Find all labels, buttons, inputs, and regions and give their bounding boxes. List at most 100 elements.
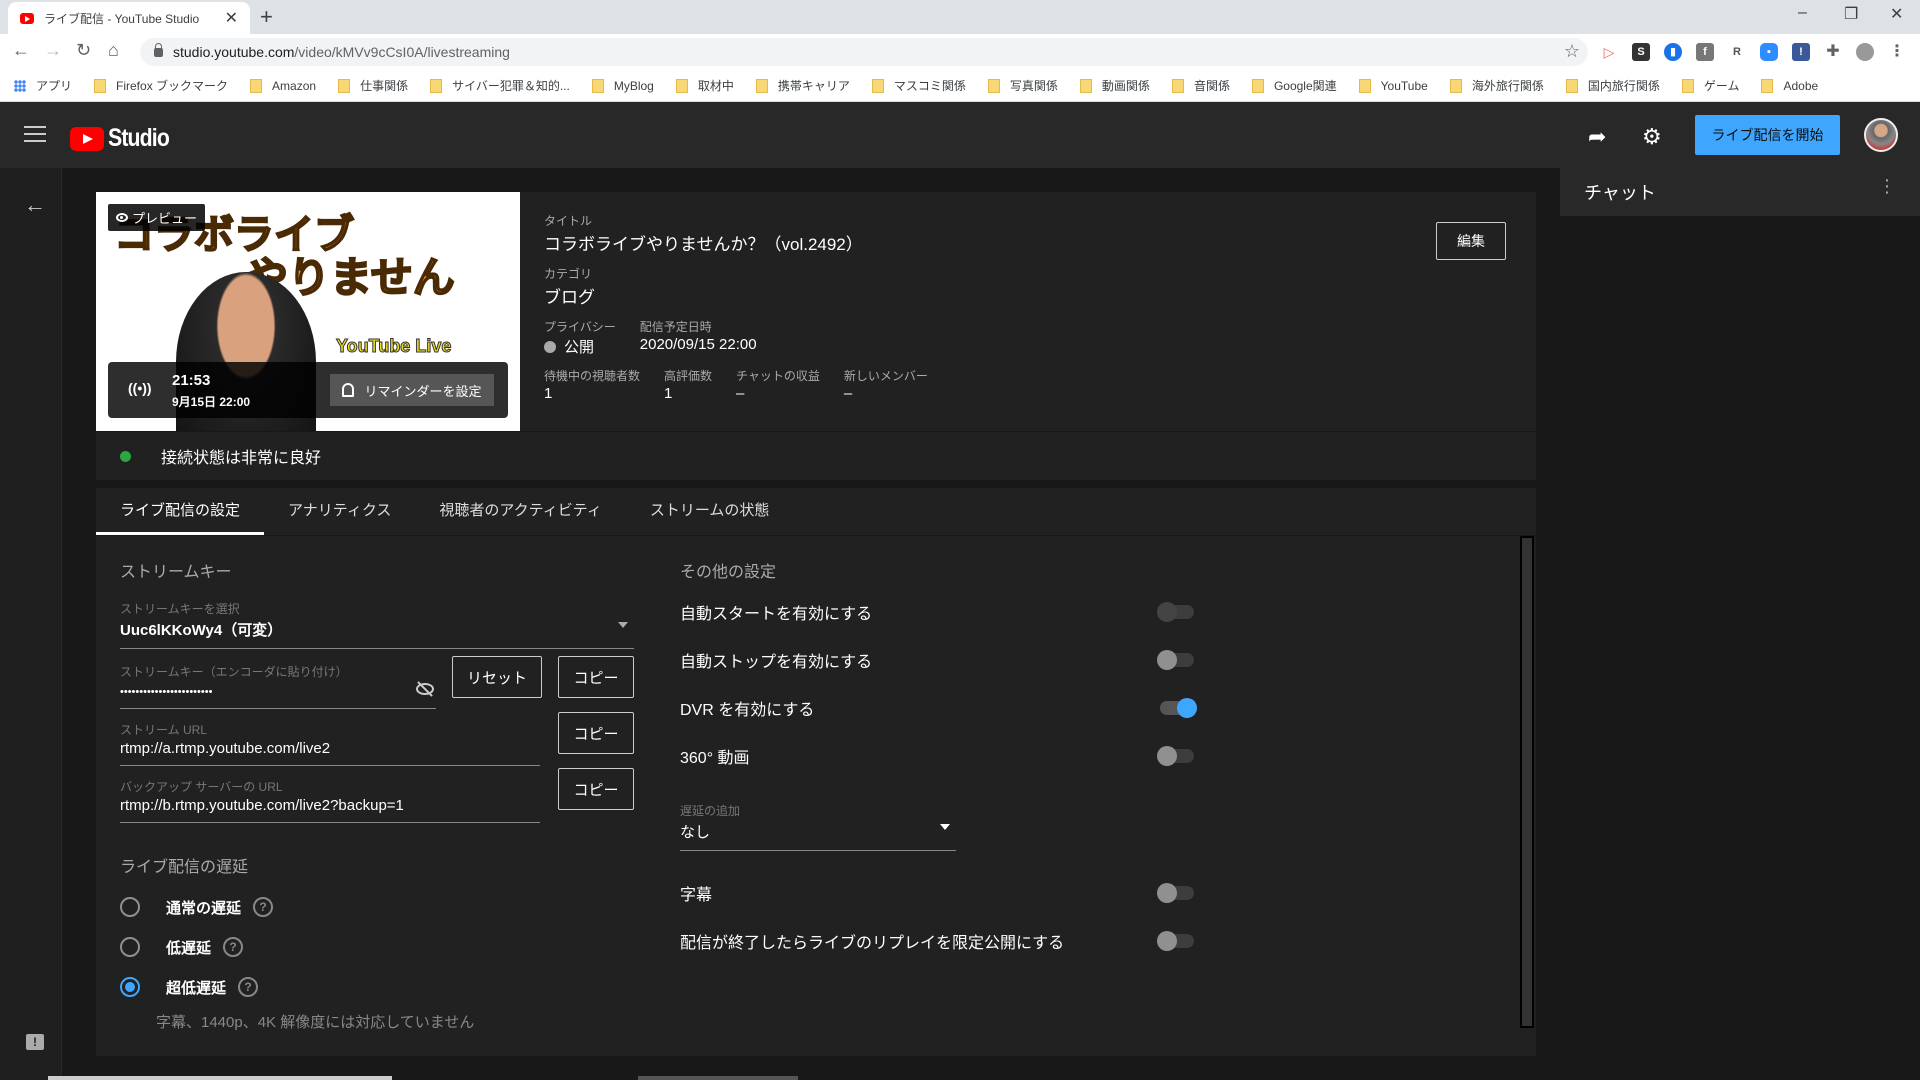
close-tab-icon[interactable]: ✕ — [225, 8, 238, 28]
extension-blue-icon[interactable]: ! — [1792, 43, 1810, 61]
back-arrow-icon[interactable]: ← — [24, 192, 46, 218]
stat-label: 待機中の視聴者数 — [544, 369, 641, 383]
youtube-logo-icon — [70, 126, 104, 151]
bookmark-folder[interactable]: マスコミ関係 — [871, 77, 966, 94]
connection-status: 接続状態は非常に良好 — [96, 431, 1536, 480]
set-reminder-button[interactable]: リマインダーを設定 — [330, 374, 494, 406]
horizontal-scrollbar[interactable] — [48, 1076, 392, 1080]
reload-button[interactable]: ↻ — [76, 40, 91, 61]
bookmark-folder[interactable]: MyBlog — [591, 78, 654, 93]
stat-value: 1 — [664, 385, 673, 402]
add-delay-select[interactable]: 遅延の追加 なし — [680, 802, 956, 851]
home-button[interactable]: ⌂ — [108, 40, 119, 61]
bookmark-folder[interactable]: 国内旅行関係 — [1565, 77, 1660, 94]
latency-option-low[interactable]: 低遅延 ? — [120, 927, 634, 967]
browser-tab[interactable]: ライブ配信 - YouTube Studio ✕ — [8, 2, 250, 34]
feedback-icon[interactable]: ! — [26, 1034, 44, 1050]
start-live-button[interactable]: ライブ配信を開始 — [1695, 115, 1840, 155]
bookmark-folder[interactable]: Adobe — [1761, 78, 1818, 93]
captions-toggle[interactable] — [1157, 883, 1194, 903]
bookmark-folder[interactable]: YouTube — [1358, 78, 1428, 93]
bookmark-folder[interactable]: 音関係 — [1171, 77, 1230, 94]
address-bar[interactable]: studio.youtube.com/video/kMVv9cCsI0A/liv… — [140, 38, 1588, 66]
radio-button-selected[interactable] — [120, 977, 140, 997]
reset-key-button[interactable]: リセット — [452, 656, 542, 698]
bookmark-folder[interactable]: 動画関係 — [1079, 77, 1150, 94]
stream-key-select[interactable]: ストリームキーを選択 Uuc6lKKoWy4（可変） — [120, 600, 634, 649]
new-tab-button[interactable]: + — [260, 4, 273, 30]
menu-icon[interactable] — [24, 126, 46, 142]
account-avatar[interactable] — [1864, 118, 1898, 152]
schedule-value: 2020/09/15 22:00 — [639, 336, 757, 353]
gear-icon[interactable]: ⚙ — [1642, 124, 1662, 150]
bookmark-folder[interactable]: 携帯キャリア — [755, 77, 850, 94]
apps-grid-icon — [14, 79, 26, 92]
profile-avatar-icon[interactable] — [1856, 43, 1874, 61]
share-icon[interactable]: ➦ — [1588, 124, 1606, 150]
title-label: タイトル — [544, 214, 593, 228]
settings-scrollbar[interactable] — [1520, 536, 1534, 1028]
360-video-toggle[interactable] — [1157, 746, 1194, 766]
copy-key-button[interactable]: コピー — [558, 656, 634, 698]
radio-button[interactable] — [120, 897, 140, 917]
help-icon[interactable]: ? — [238, 977, 259, 997]
stat-label: チャットの収益 — [736, 369, 820, 383]
radio-button[interactable] — [120, 937, 140, 957]
minimize-button[interactable]: – — [1798, 4, 1807, 22]
stream-url-field[interactable]: ストリーム URL rtmp://a.rtmp.youtube.com/live… — [120, 721, 540, 766]
studio-logo[interactable]: Studio — [70, 124, 180, 153]
bookmark-folder[interactable]: ゲーム — [1681, 77, 1739, 94]
unlisted-replay-toggle[interactable] — [1157, 931, 1194, 951]
latency-option-normal[interactable]: 通常の遅延 ? — [120, 887, 634, 927]
tab-analytics[interactable]: アナリティクス — [264, 488, 415, 535]
backup-url-field[interactable]: バックアップ サーバーの URL rtmp://b.rtmp.youtube.c… — [120, 778, 540, 823]
extension-cast-icon[interactable]: ▷ — [1600, 43, 1618, 61]
extensions-puzzle-icon[interactable]: ✚ — [1824, 43, 1842, 61]
extension-rw-icon[interactable]: R — [1728, 43, 1746, 61]
visibility-off-icon[interactable] — [416, 683, 434, 695]
folder-icon — [250, 78, 263, 93]
settings-tabs: ライブ配信の設定 アナリティクス 視聴者のアクティビティ ストリームの状態 — [96, 488, 1536, 536]
stat-label: 新しいメンバー — [843, 369, 928, 383]
tab-viewer-activity[interactable]: 視聴者のアクティビティ — [415, 488, 625, 535]
bookmark-folder[interactable]: 海外旅行関係 — [1449, 77, 1544, 94]
latency-option-ultra-low[interactable]: 超低遅延 ? — [120, 967, 634, 1007]
horizontal-scrollbar-thumb[interactable] — [638, 1076, 798, 1080]
auto-start-toggle[interactable] — [1157, 602, 1194, 622]
bookmark-star-icon[interactable]: ☆ — [1564, 41, 1580, 62]
bookmark-folder[interactable]: サイバー犯罪＆知的... — [430, 77, 570, 94]
bookmark-folder[interactable]: 仕事関係 — [338, 77, 408, 94]
stream-key-field[interactable]: ストリームキー（エンコーダに貼り付け） ••••••••••••••••••••… — [120, 663, 436, 709]
help-icon[interactable]: ? — [223, 937, 244, 957]
dropdown-caret-icon — [618, 622, 628, 628]
edit-button[interactable]: 編集 — [1436, 222, 1506, 260]
extension-zoom-icon[interactable]: ▪ — [1760, 43, 1778, 61]
category-label: カテゴリ — [544, 267, 593, 281]
copy-backup-url-button[interactable]: コピー — [558, 768, 634, 810]
more-options-icon[interactable]: ⋮ — [1878, 177, 1896, 195]
auto-stop-toggle[interactable] — [1157, 650, 1194, 670]
bookmark-folder[interactable]: 写真関係 — [987, 77, 1058, 94]
copy-url-button[interactable]: コピー — [558, 712, 634, 754]
back-button[interactable]: ← — [12, 40, 30, 61]
tab-stream-settings[interactable]: ライブ配信の設定 — [96, 488, 265, 535]
extension-s-icon[interactable]: S — [1632, 43, 1650, 61]
bookmark-folder[interactable]: 取材中 — [675, 77, 734, 94]
bookmark-apps[interactable]: アプリ — [14, 77, 72, 94]
extension-facebook-icon[interactable]: f — [1696, 43, 1714, 61]
stream-preview-thumbnail: コラボライブ やりませんか？ YouTube Live プレビュー ((•)) … — [96, 192, 520, 431]
extension-bookmark-icon[interactable]: ▮ — [1664, 43, 1682, 61]
bookmark-folder[interactable]: Firefox ブックマーク — [94, 77, 228, 94]
restore-button[interactable]: ❐ — [1844, 4, 1858, 24]
left-sidebar: ← ! — [0, 168, 62, 1080]
dvr-toggle[interactable] — [1160, 698, 1197, 718]
lock-icon — [154, 42, 163, 57]
close-window-button[interactable]: ✕ — [1890, 4, 1903, 24]
folder-icon — [94, 78, 107, 93]
help-icon[interactable]: ? — [253, 897, 274, 917]
chrome-menu-icon[interactable]: ⋮ — [1888, 43, 1906, 61]
forward-button[interactable]: → — [44, 40, 62, 61]
bookmark-folder[interactable]: Google関連 — [1251, 77, 1337, 94]
tab-stream-health[interactable]: ストリームの状態 — [626, 488, 794, 535]
bookmark-folder[interactable]: Amazon — [250, 78, 316, 93]
